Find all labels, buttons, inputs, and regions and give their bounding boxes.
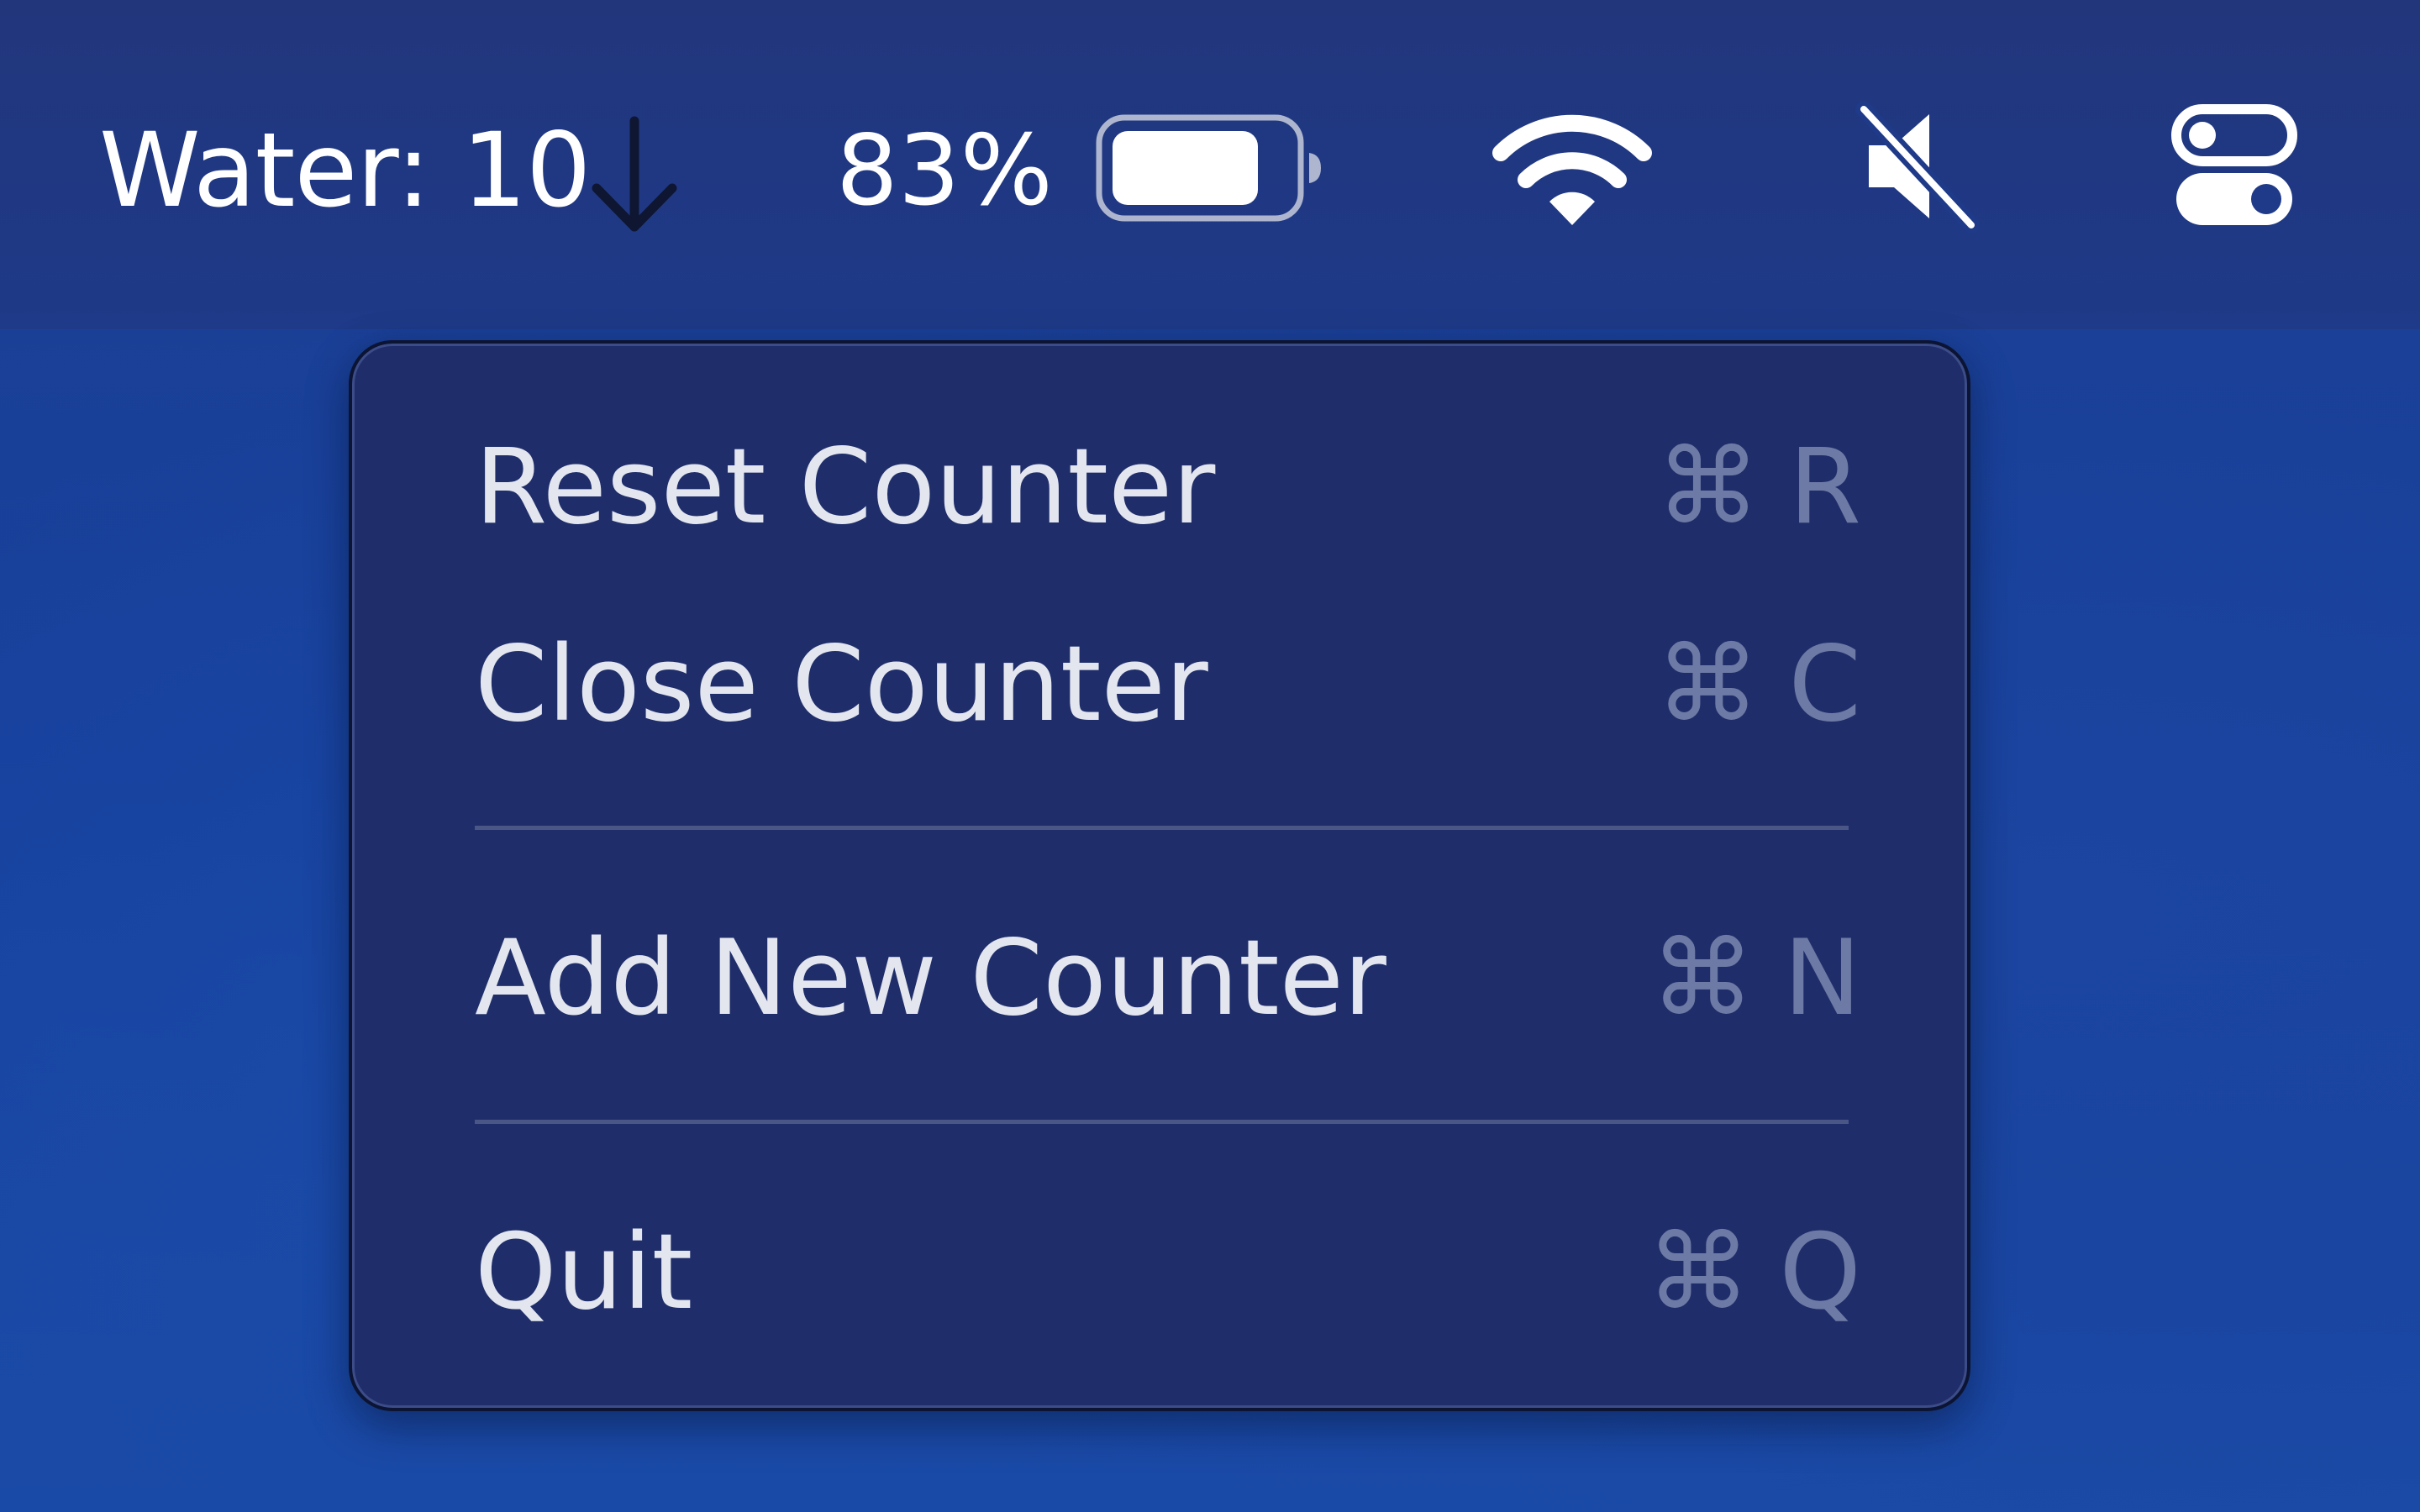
menu-item-label: Quit: [475, 1212, 693, 1333]
shortcut-key: R: [1788, 427, 1861, 548]
shortcut-key: C: [1788, 624, 1861, 745]
keyboard-shortcut: ⌘ R: [1656, 427, 1861, 548]
keyboard-shortcut: ⌘ N: [1650, 918, 1861, 1039]
menu-item-label: Close Counter: [475, 624, 1208, 745]
down-arrow-icon[interactable]: [580, 111, 689, 237]
menu-item-close-counter[interactable]: Close Counter ⌘ C: [475, 613, 1861, 756]
command-icon: ⌘: [1650, 918, 1755, 1039]
menu-bar: Water: 10 83%: [0, 0, 2420, 329]
speaker-muted-icon[interactable]: [1854, 99, 1980, 234]
command-icon: ⌘: [1646, 1212, 1751, 1333]
shortcut-key: N: [1783, 918, 1861, 1039]
menu-item-quit[interactable]: Quit ⌘ Q: [475, 1201, 1861, 1344]
menu-item-reset-counter[interactable]: Reset Counter ⌘ R: [475, 416, 1861, 559]
battery-icon[interactable]: [1092, 109, 1328, 227]
menu-separator: [475, 1120, 1849, 1124]
menu-item-add-new-counter[interactable]: Add New Counter ⌘ N: [475, 907, 1861, 1050]
wifi-icon[interactable]: [1492, 106, 1652, 232]
menu-separator: [475, 826, 1849, 830]
keyboard-shortcut: ⌘ Q: [1646, 1212, 1861, 1333]
menu-item-label: Reset Counter: [475, 427, 1216, 548]
battery-percent[interactable]: 83%: [836, 108, 1053, 234]
counter-label: Water: 10: [99, 111, 592, 230]
command-icon: ⌘: [1655, 427, 1760, 548]
menu-item-label: Add New Counter: [475, 918, 1386, 1039]
shortcut-key: Q: [1779, 1212, 1861, 1333]
command-icon: ⌘: [1655, 624, 1760, 745]
keyboard-shortcut: ⌘ C: [1655, 624, 1861, 745]
control-center-icon[interactable]: [2171, 101, 2297, 235]
counter-status-item[interactable]: Water: 10: [99, 108, 592, 234]
